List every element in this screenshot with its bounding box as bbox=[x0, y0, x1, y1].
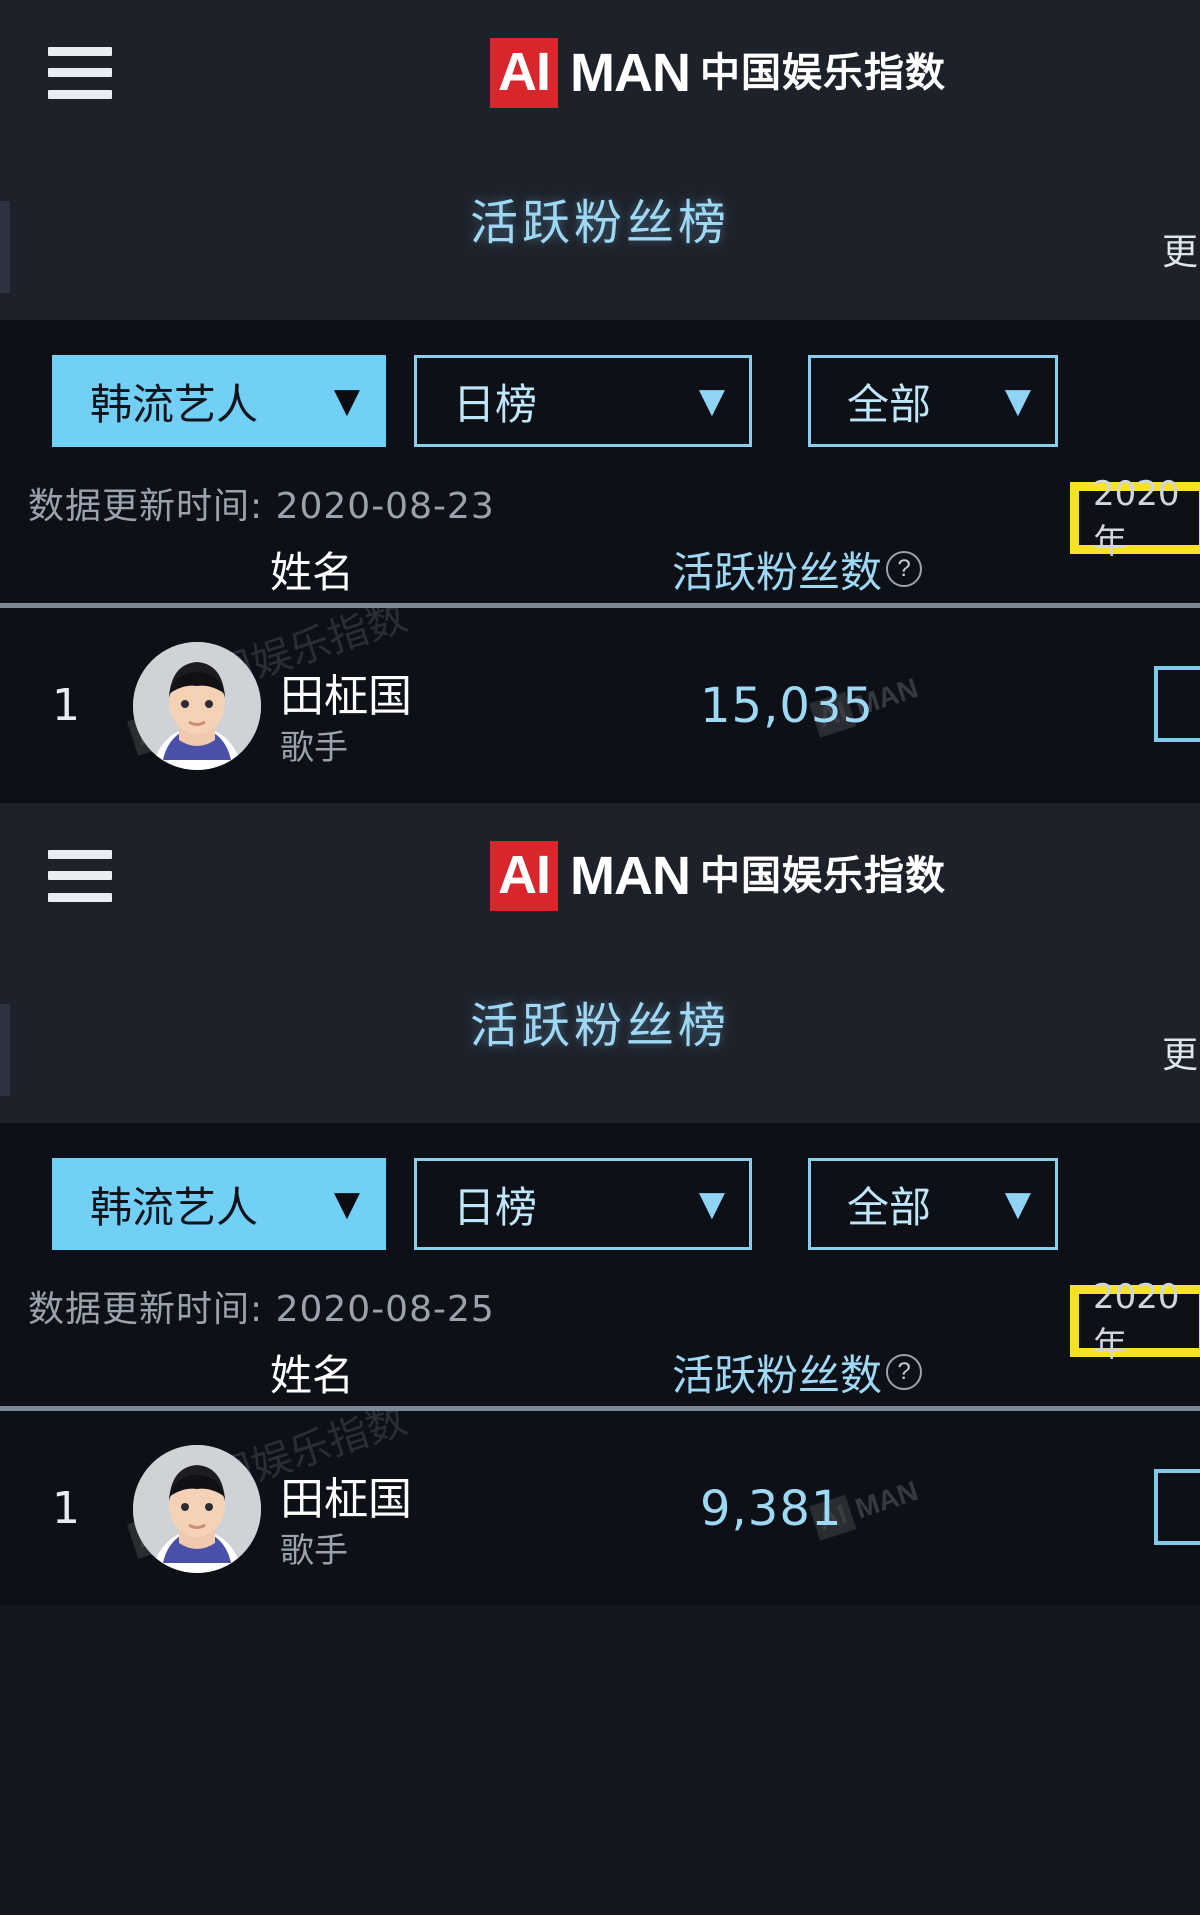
page-title-1: 活跃粉丝榜 bbox=[469, 195, 730, 251]
column-header-fans-2: 活跃粉丝数 ? bbox=[672, 1342, 923, 1403]
ranking-title-band-1: 活跃粉丝榜 更 bbox=[0, 145, 1200, 320]
column-header-fans-label-2: 活跃粉丝数 bbox=[672, 1350, 883, 1400]
scope-dropdown-2[interactable]: 全部 ▼ bbox=[808, 1158, 1058, 1250]
chevron-down-icon: ▼ bbox=[1004, 381, 1031, 421]
table-header-2: 姓名 活跃粉丝数 ? bbox=[0, 1332, 1200, 1406]
logo-man-word: MAN bbox=[570, 845, 691, 906]
column-header-fans-1: 活跃粉丝数 ? bbox=[672, 539, 923, 600]
ranking-title-band-2: 活跃粉丝榜 更 bbox=[0, 948, 1200, 1123]
column-header-fans-label-1: 活跃粉丝数 bbox=[672, 547, 883, 597]
table-header-1: 姓名 活跃粉丝数 ? bbox=[0, 529, 1200, 603]
avatar[interactable] bbox=[133, 641, 261, 770]
chevron-down-icon: ▼ bbox=[333, 381, 360, 421]
ranking-screen-1: AI MAN 中国娱乐指数 活跃粉丝榜 更 韩流艺人 ▼ 日榜 ▼ 全部 ▼ 数… bbox=[0, 0, 1200, 803]
logo-ai-badge: AI bbox=[490, 37, 558, 108]
row-fans-count-2: 9,381 bbox=[700, 1480, 843, 1537]
row-person-role-2: 歌手 bbox=[280, 1531, 348, 1571]
scope-dropdown-1[interactable]: 全部 ▼ bbox=[808, 355, 1058, 447]
row-action-button-2[interactable] bbox=[1154, 1469, 1200, 1545]
app-top-bar-2: AI MAN 中国娱乐指数 bbox=[0, 803, 1200, 948]
more-link-2[interactable]: 更 bbox=[1162, 1026, 1198, 1078]
app-logo-1: AI MAN 中国娱乐指数 bbox=[490, 37, 946, 108]
hamburger-menu-icon[interactable] bbox=[48, 46, 112, 99]
period-dropdown-1[interactable]: 日榜 ▼ bbox=[414, 355, 752, 447]
column-header-name-1: 姓名 bbox=[270, 547, 355, 597]
filter-row-2: 韩流艺人 ▼ 日榜 ▼ 全部 ▼ bbox=[0, 1123, 1200, 1250]
chevron-down-icon: ▼ bbox=[698, 381, 725, 421]
table-row[interactable]: AIMAN 中国娱乐指数 AIMAN 1 田柾国 歌手 15,035 bbox=[0, 608, 1200, 803]
scope-dropdown-label-2: 全部 bbox=[847, 1182, 932, 1232]
category-dropdown-1[interactable]: 韩流艺人 ▼ bbox=[52, 355, 386, 447]
hamburger-menu-icon[interactable] bbox=[48, 849, 112, 902]
row-fans-count-1: 15,035 bbox=[700, 677, 874, 734]
row-person-role-1: 歌手 bbox=[280, 728, 348, 768]
chevron-down-icon: ▼ bbox=[698, 1184, 725, 1224]
app-logo-2: AI MAN 中国娱乐指数 bbox=[490, 840, 946, 911]
logo-ai-badge: AI bbox=[490, 840, 558, 911]
logo-chinese-name: 中国娱乐指数 bbox=[699, 852, 946, 899]
column-header-name-2: 姓名 bbox=[270, 1350, 355, 1400]
ranking-screen-2: AI MAN 中国娱乐指数 活跃粉丝榜 更 韩流艺人 ▼ 日榜 ▼ 全部 ▼ 数… bbox=[0, 803, 1200, 1606]
row-rank-1: 1 bbox=[52, 680, 80, 731]
more-link-1[interactable]: 更 bbox=[1162, 223, 1198, 275]
period-dropdown-label-1: 日榜 bbox=[453, 379, 538, 429]
period-dropdown-2[interactable]: 日榜 ▼ bbox=[414, 1158, 752, 1250]
period-dropdown-label-2: 日榜 bbox=[453, 1182, 538, 1232]
category-dropdown-label-1: 韩流艺人 bbox=[90, 379, 259, 429]
category-dropdown-label-2: 韩流艺人 bbox=[90, 1182, 259, 1232]
filter-panel-2: 韩流艺人 ▼ 日榜 ▼ 全部 ▼ 数据更新时间: 2020-08-25 2020… bbox=[0, 1123, 1200, 1406]
logo-man-word: MAN bbox=[570, 42, 691, 103]
chevron-down-icon: ▼ bbox=[333, 1184, 360, 1224]
page-title-2: 活跃粉丝榜 bbox=[469, 998, 730, 1054]
question-mark-icon[interactable]: ? bbox=[886, 551, 923, 587]
filter-row-1: 韩流艺人 ▼ 日榜 ▼ 全部 ▼ bbox=[0, 320, 1200, 447]
row-person-name-2[interactable]: 田柾国 bbox=[280, 1463, 412, 1527]
row-rank-2: 1 bbox=[52, 1483, 80, 1534]
row-person-name-1[interactable]: 田柾国 bbox=[280, 660, 412, 724]
data-updated-time-2: 数据更新时间: 2020-08-25 bbox=[28, 1289, 495, 1330]
table-row[interactable]: AIMAN 中国娱乐指数 AIMAN 1 田柾国 歌手 9,381 bbox=[0, 1411, 1200, 1606]
scope-dropdown-label-1: 全部 bbox=[847, 379, 932, 429]
filter-panel-1: 韩流艺人 ▼ 日榜 ▼ 全部 ▼ 数据更新时间: 2020-08-23 2020… bbox=[0, 320, 1200, 603]
data-updated-time-1: 数据更新时间: 2020-08-23 bbox=[28, 486, 495, 527]
chevron-down-icon: ▼ bbox=[1004, 1184, 1031, 1224]
category-dropdown-2[interactable]: 韩流艺人 ▼ bbox=[52, 1158, 386, 1250]
avatar[interactable] bbox=[133, 1444, 261, 1573]
question-mark-icon[interactable]: ? bbox=[886, 1354, 923, 1390]
logo-chinese-name: 中国娱乐指数 bbox=[699, 49, 946, 96]
row-action-button-1[interactable] bbox=[1154, 666, 1200, 742]
app-top-bar-1: AI MAN 中国娱乐指数 bbox=[0, 0, 1200, 145]
